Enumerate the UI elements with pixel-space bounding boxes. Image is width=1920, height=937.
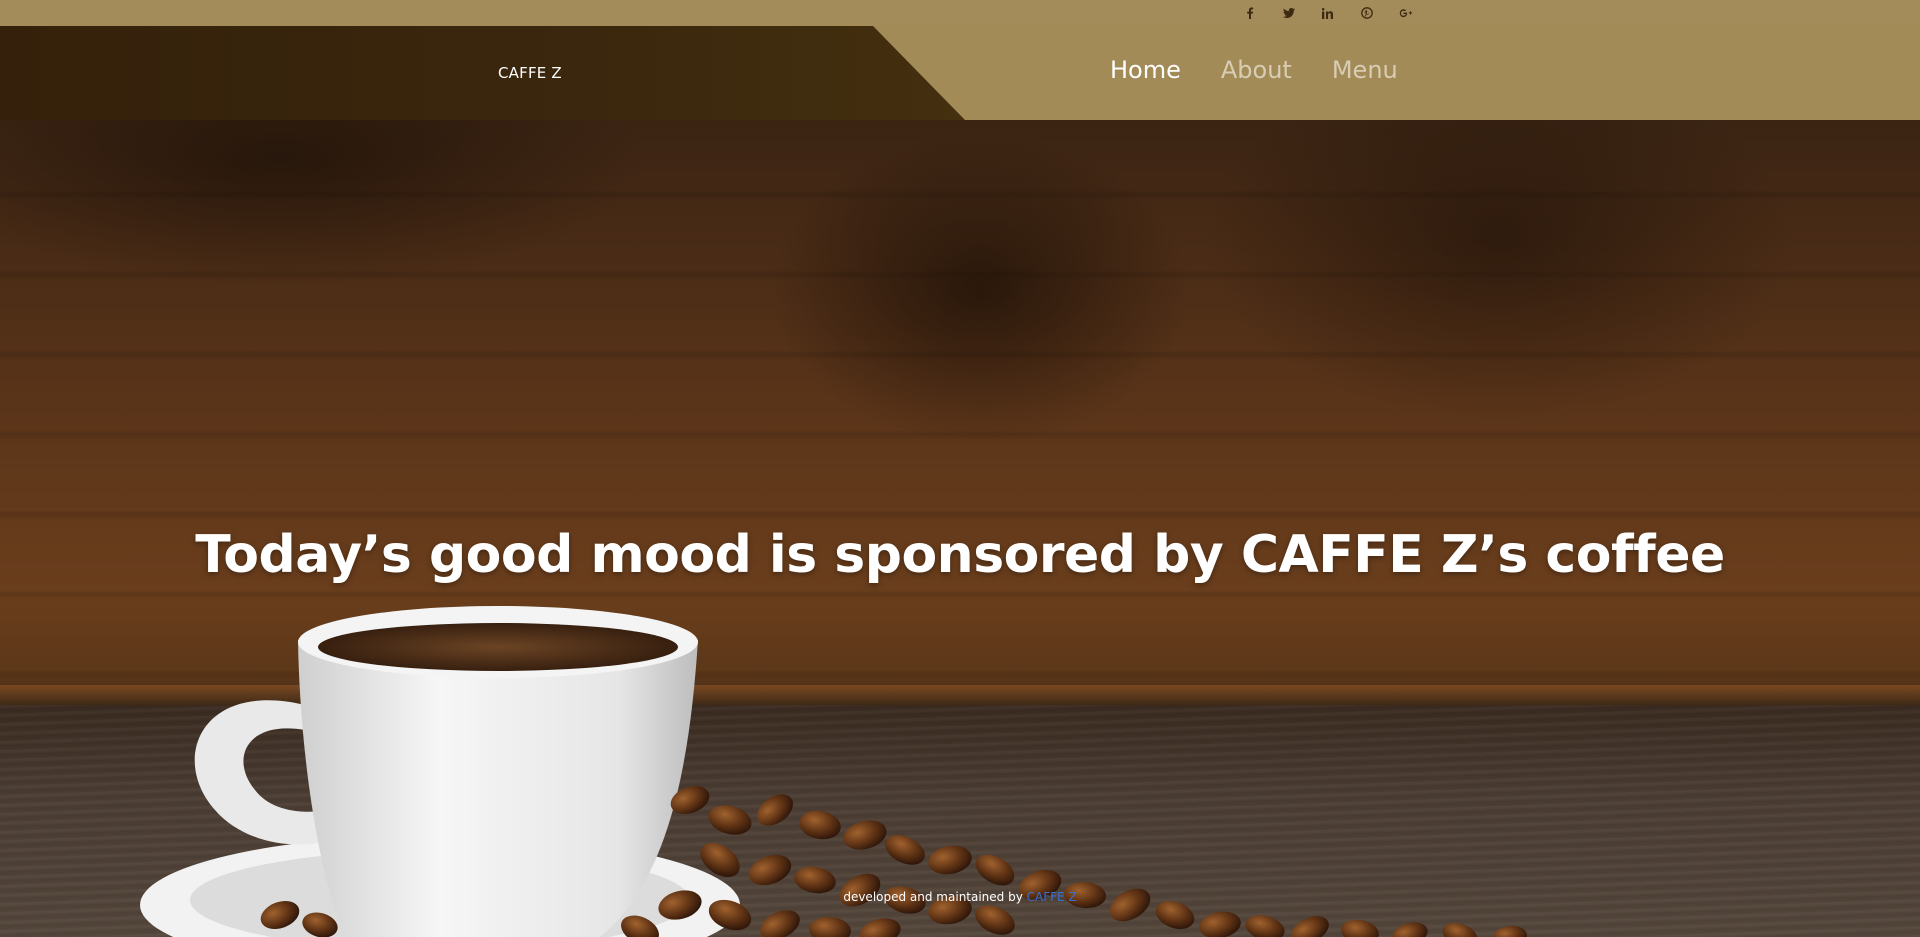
google-plus-icon[interactable] — [1386, 3, 1425, 23]
hero-headline: Today’s good mood is sponsored by CAFFE … — [195, 525, 1725, 585]
social-links — [1230, 3, 1425, 23]
main-nav: Home About Menu — [1110, 56, 1398, 84]
pinterest-icon[interactable] — [1347, 3, 1386, 23]
page: CAFFE Z Home About Menu Today’s good moo… — [0, 0, 1920, 937]
site-header: CAFFE Z Home About Menu — [0, 26, 1920, 120]
social-bar — [0, 0, 1920, 26]
nav-about[interactable]: About — [1221, 56, 1292, 84]
linkedin-icon[interactable] — [1308, 3, 1347, 23]
brand-logo-link[interactable]: CAFFE Z — [498, 64, 562, 82]
facebook-icon[interactable] — [1230, 3, 1269, 23]
hero-section: Today’s good mood is sponsored by CAFFE … — [0, 120, 1920, 937]
footer-credit: developed and maintained by CAFFE Z — [0, 890, 1920, 904]
credit-text: developed and maintained by — [843, 890, 1023, 904]
twitter-icon[interactable] — [1269, 3, 1308, 23]
nav-home[interactable]: Home — [1110, 56, 1181, 84]
nav-menu[interactable]: Menu — [1332, 56, 1398, 84]
credit-link[interactable]: CAFFE Z — [1027, 890, 1077, 904]
header-brand-panel — [0, 26, 965, 120]
